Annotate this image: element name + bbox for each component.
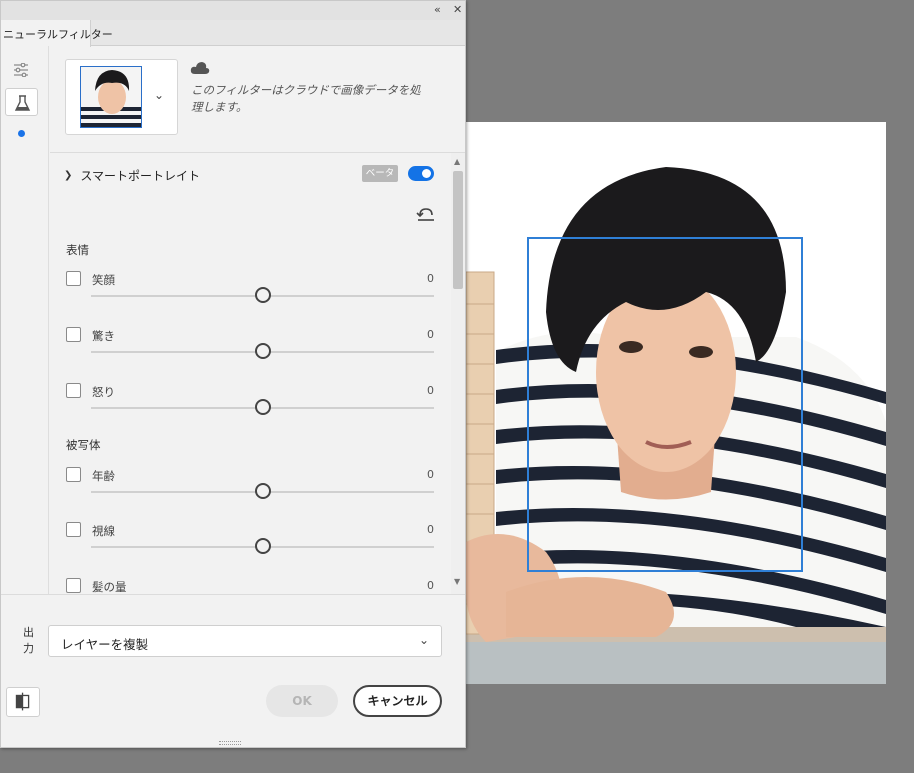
- slider-row-gaze: 視線 0: [66, 522, 436, 562]
- scrollbar-thumb[interactable]: [453, 171, 463, 289]
- slider-value: 0: [427, 468, 434, 481]
- reference-image-selector[interactable]: ⌄: [65, 59, 178, 135]
- slider-row-hair-thickness: 髪の量 0: [66, 578, 436, 594]
- neural-filters-panel: « ✕ ニューラルフィルター ⌄ このフィルターはクラウドで画像データを処理しま…: [0, 0, 466, 748]
- slider-knob[interactable]: [255, 399, 271, 415]
- group-label-subject: 被写体: [66, 438, 101, 452]
- slider-label: 髪の量: [92, 580, 127, 594]
- slider-knob[interactable]: [255, 538, 271, 554]
- left-rail: [1, 46, 49, 594]
- checkbox-gaze[interactable]: [66, 522, 81, 537]
- panel-titlebar: « ✕: [1, 1, 465, 20]
- slider-label: 視線: [92, 524, 115, 538]
- active-indicator-dot: [18, 130, 25, 137]
- output-selected-value: レイヤーを複製: [61, 637, 149, 652]
- split-view-icon: [15, 692, 30, 711]
- chevron-down-icon: ⌄: [418, 633, 429, 647]
- face-detection-box: [527, 237, 803, 572]
- cloud-notice: このフィルターはクラウドで画像データを処理します。: [191, 83, 421, 114]
- chevron-down-icon[interactable]: ⌄: [154, 88, 164, 102]
- slider-row-smile: 笑顔 0: [66, 271, 436, 311]
- slider-knob[interactable]: [255, 343, 271, 359]
- slider-value: 0: [427, 523, 434, 536]
- section-title: スマートポートレイト: [80, 169, 201, 183]
- resize-grip[interactable]: [219, 741, 241, 745]
- scrollbar[interactable]: ▲ ▼: [451, 153, 465, 594]
- chevron-down-icon[interactable]: ❯: [64, 170, 72, 181]
- checkbox-age[interactable]: [66, 467, 81, 482]
- cancel-button[interactable]: キャンセル: [353, 685, 442, 717]
- output-select[interactable]: レイヤーを複製 ⌄: [48, 625, 442, 657]
- slider-row-anger: 怒り 0: [66, 383, 436, 423]
- canvas-document: [466, 122, 886, 684]
- panel-footer: 出力 レイヤーを複製 ⌄ OK キャンセル: [1, 594, 465, 747]
- section-header[interactable]: ❯ スマートポートレイト: [64, 167, 200, 184]
- cloud-icon: [190, 62, 210, 74]
- slider-row-surprise: 驚き 0: [66, 327, 436, 367]
- slider-row-age: 年齢 0: [66, 467, 436, 507]
- checkbox-hair-thickness[interactable]: [66, 578, 81, 593]
- slider-value: 0: [427, 272, 434, 285]
- group-label-expression: 表情: [66, 243, 89, 257]
- output-label: 出力: [23, 626, 34, 655]
- checkbox-surprise[interactable]: [66, 327, 81, 342]
- sliders-icon[interactable]: [13, 63, 29, 77]
- slider-label: 年齢: [92, 469, 115, 483]
- reset-icon[interactable]: [416, 206, 436, 222]
- slider-value: 0: [427, 579, 434, 592]
- panel-tab-row: ニューラルフィルター: [1, 20, 465, 47]
- checkbox-anger[interactable]: [66, 383, 81, 398]
- ok-button[interactable]: OK: [266, 685, 338, 717]
- close-icon[interactable]: ✕: [453, 4, 462, 16]
- slider-knob[interactable]: [255, 483, 271, 499]
- slider-label: 怒り: [92, 385, 115, 399]
- slider-value: 0: [427, 384, 434, 397]
- reference-thumbnail: [80, 66, 142, 128]
- scroll-down-icon[interactable]: ▼: [454, 577, 460, 586]
- compare-button[interactable]: [6, 687, 40, 717]
- flask-icon: [14, 95, 31, 111]
- slider-knob[interactable]: [255, 287, 271, 303]
- slider-value: 0: [427, 328, 434, 341]
- double-chevron-left-icon[interactable]: «: [434, 4, 441, 16]
- tab-label: ニューラルフィルター: [3, 28, 113, 41]
- scroll-up-icon[interactable]: ▲: [454, 157, 460, 166]
- tab-neural-filters[interactable]: ニューラルフィルター: [1, 20, 113, 47]
- slider-label: 驚き: [92, 329, 115, 343]
- beta-badge: ベータ: [362, 165, 398, 182]
- featured-filters-button[interactable]: [5, 88, 38, 116]
- filter-settings-scroll[interactable]: ❯ スマートポートレイト ベータ 表情 笑顔 0 驚き 0 怒り 0 被写体 年…: [50, 152, 465, 594]
- slider-label: 笑顔: [92, 273, 115, 287]
- checkbox-smile[interactable]: [66, 271, 81, 286]
- filter-toggle[interactable]: [408, 166, 434, 181]
